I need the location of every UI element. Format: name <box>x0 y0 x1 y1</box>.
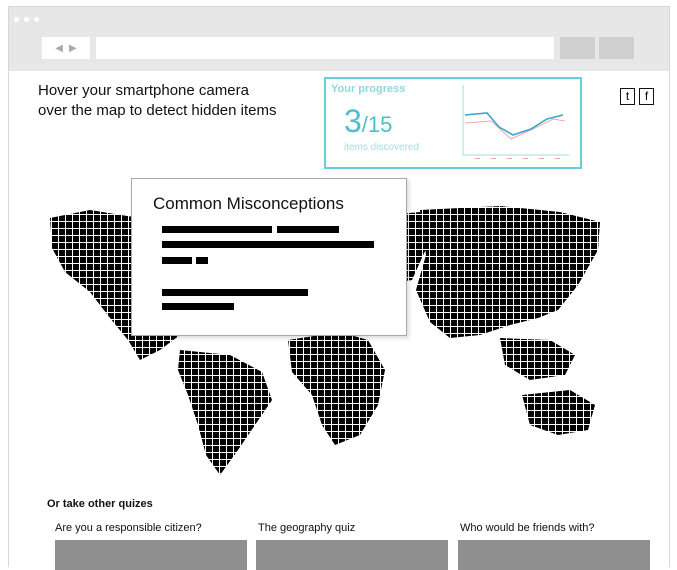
address-bar[interactable] <box>96 37 554 59</box>
progress-total: 15 <box>367 112 393 137</box>
redacted-text-line <box>196 257 208 264</box>
twitter-icon[interactable]: t <box>620 88 635 105</box>
headline-line: over the map to detect hidden items <box>38 102 277 119</box>
window-dot[interactable] <box>24 17 29 22</box>
sparkline-ticks <box>475 158 560 159</box>
redacted-text-line <box>162 226 272 233</box>
browser-menu-button[interactable] <box>599 37 634 59</box>
browser-action-button[interactable] <box>560 37 595 59</box>
page-headline: Hover your smartphone camera over the ma… <box>38 81 318 121</box>
map-south-america <box>178 350 272 475</box>
redacted-text-line <box>162 257 192 264</box>
nav-buttons: ◀ ▶ <box>42 37 90 59</box>
redacted-text-line <box>162 303 234 310</box>
map-southeast-asia <box>500 338 575 380</box>
facebook-icon[interactable]: f <box>639 88 654 105</box>
redacted-text-line <box>162 289 308 296</box>
map-australia <box>522 390 595 435</box>
forward-arrow-icon[interactable]: ▶ <box>69 43 77 54</box>
progress-label: items discovered <box>344 142 420 153</box>
window-dot[interactable] <box>14 17 19 22</box>
sparkline-series <box>464 118 566 140</box>
map-africa <box>288 332 385 445</box>
popup-title: Common Misconceptions <box>153 194 344 213</box>
headline-line: Hover your smartphone camera <box>38 82 249 99</box>
progress-title: Your progress <box>331 83 406 95</box>
browser-chrome: ◀ ▶ <box>9 7 669 71</box>
quiz-title[interactable]: Are you a responsible citizen? <box>55 522 202 534</box>
quiz-section-heading: Or take other quizes <box>47 498 153 510</box>
redacted-text-line <box>277 226 339 233</box>
progress-count: 3/15 <box>344 103 392 140</box>
sparkline-series <box>464 112 564 136</box>
redacted-text-line <box>162 241 374 248</box>
progress-found: 3 <box>344 103 362 139</box>
back-arrow-icon[interactable]: ◀ <box>55 43 63 54</box>
window-controls <box>14 17 39 22</box>
misconceptions-popup: Common Misconceptions <box>131 178 407 336</box>
quiz-title[interactable]: The geography quiz <box>258 522 355 534</box>
quiz-title[interactable]: Who would be friends with? <box>460 522 595 534</box>
progress-sparkline <box>462 85 569 159</box>
window-dot[interactable] <box>34 17 39 22</box>
map-asia <box>416 206 600 338</box>
progress-panel: Your progress 3/15 items discovered <box>324 77 582 169</box>
